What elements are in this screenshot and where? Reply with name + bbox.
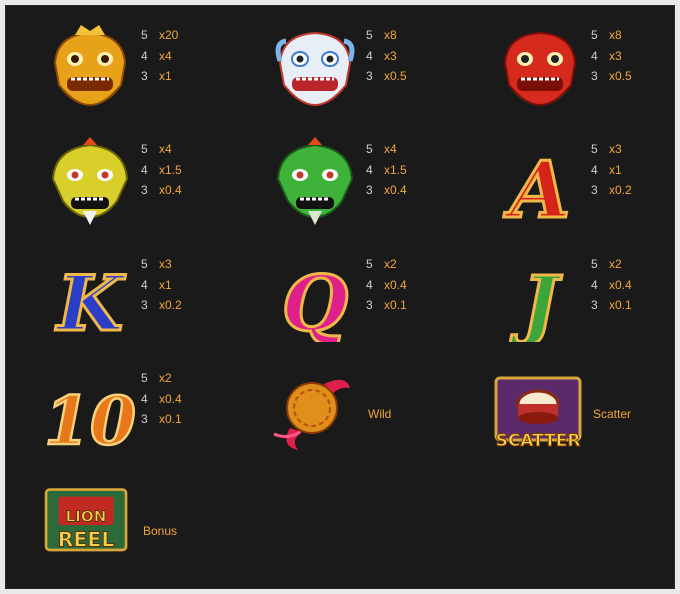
- bonus-lion-reel-icon: LION REEL: [44, 488, 128, 552]
- scatter-drum-icon: SCATTER: [494, 376, 582, 452]
- letter-q-icon: Q: [280, 258, 349, 343]
- white-lion-icon: [275, 31, 355, 107]
- scatter-label: Scatter: [593, 407, 632, 421]
- letter-a-pays: 5 x3 4 x1 3 x0.2: [591, 142, 632, 197]
- wild-lantern-ball-icon: [273, 379, 350, 450]
- number-10-icon: 10: [45, 381, 135, 456]
- svg-text:K: K: [55, 259, 126, 342]
- letter-k-icon: K: [53, 258, 127, 343]
- svg-text:LION: LION: [66, 508, 107, 526]
- svg-text:10: 10: [45, 382, 135, 456]
- yellow-lion-pays: 5 x4 4 x1.5 3 x0.4: [141, 142, 182, 197]
- gold-lion-icon: [53, 25, 127, 107]
- letter-k-pays: 5 x3 4 x1 3 x0.2: [141, 257, 182, 312]
- bonus-label: Bonus: [143, 524, 178, 538]
- svg-text:SCATTER: SCATTER: [496, 431, 581, 451]
- letter-a-icon: A: [501, 144, 572, 228]
- svg-text:J: J: [510, 259, 563, 342]
- letter-j-icon: J: [509, 258, 565, 343]
- gold-lion-pays: 5 x20 4 x4 3 x1: [141, 28, 179, 83]
- green-lion-icon: [276, 137, 354, 225]
- svg-text:A: A: [503, 145, 571, 227]
- letter-q-pays: 5 x2 4 x0.4 3 x0.1: [366, 257, 407, 312]
- letter-j-pays: 5 x2 4 x0.4 3 x0.1: [591, 257, 632, 312]
- number-10-pays: 5 x2 4 x0.4 3 x0.1: [141, 371, 182, 426]
- paytable-panel: 5 x20 4 x4 3 x1 5 x8 4 x3 3 x0.5 5 x8 4 …: [5, 5, 675, 589]
- white-lion-pays: 5 x8 4 x3 3 x0.5: [366, 28, 407, 83]
- green-lion-pays: 5 x4 4 x1.5 3 x0.4: [366, 142, 407, 197]
- red-lion-icon: [503, 31, 577, 107]
- svg-text:Q: Q: [282, 259, 348, 342]
- svg-text:REEL: REEL: [58, 527, 115, 551]
- wild-label: Wild: [368, 407, 392, 421]
- yellow-lion-icon: [51, 137, 129, 225]
- red-lion-pays: 5 x8 4 x3 3 x0.5: [591, 28, 632, 83]
